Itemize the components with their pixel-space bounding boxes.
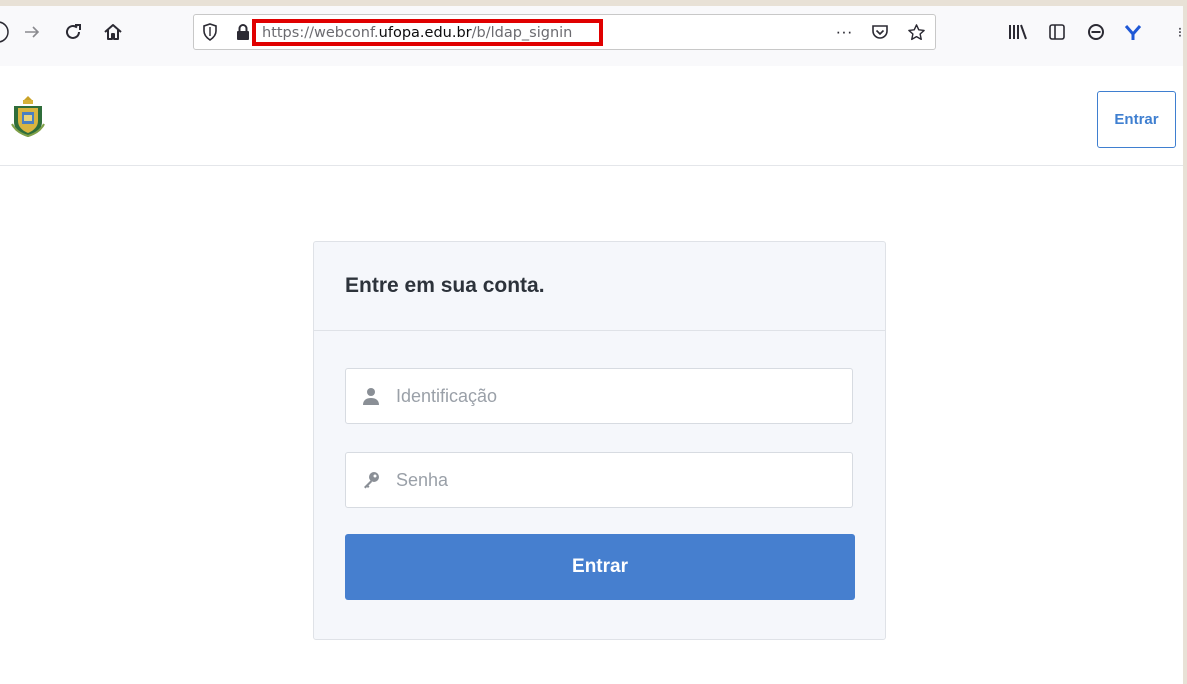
more-icon[interactable]: ··· — [833, 22, 855, 42]
browser-toolbar: https://webconf. ufopa.edu.br/b/ldap_sign… — [0, 6, 1183, 67]
reload-icon[interactable] — [61, 20, 85, 44]
page-header: Entrar — [0, 66, 1183, 166]
account-icon[interactable] — [1084, 20, 1108, 44]
header-signin-button[interactable]: Entrar — [1097, 91, 1176, 148]
back-icon[interactable] — [0, 20, 10, 44]
username-field[interactable] — [345, 368, 853, 424]
key-icon — [346, 471, 396, 489]
password-field[interactable] — [345, 452, 853, 508]
shield-icon[interactable] — [202, 23, 218, 41]
url-bar[interactable]: https://webconf. ufopa.edu.br/b/ldap_sign… — [193, 14, 936, 50]
sidebar-icon[interactable] — [1045, 20, 1069, 44]
university-crest-logo[interactable] — [10, 94, 46, 138]
username-input[interactable] — [396, 369, 852, 423]
home-icon[interactable] — [101, 20, 125, 44]
login-title: Entre em sua conta. — [314, 242, 885, 331]
library-icon[interactable] — [1006, 20, 1030, 44]
url-text[interactable]: https://webconf. ufopa.edu.br/b/ldap_sign… — [252, 19, 603, 46]
url-host: ufopa.edu.br — [378, 24, 472, 41]
url-prefix: https://webconf. — [262, 24, 379, 41]
extension-icon[interactable] — [1121, 20, 1145, 44]
star-icon[interactable] — [905, 23, 927, 42]
url-actions: ··· — [833, 19, 927, 45]
overflow-menu-icon[interactable]: ⁝ — [1168, 20, 1183, 44]
pocket-icon[interactable] — [869, 23, 891, 41]
url-path: /b/ldap_signin — [471, 24, 573, 41]
forward-icon[interactable] — [20, 20, 44, 44]
login-submit-button[interactable]: Entrar — [345, 534, 855, 600]
browser-window: https://webconf. ufopa.edu.br/b/ldap_sign… — [0, 6, 1183, 684]
user-icon — [346, 387, 396, 405]
password-input[interactable] — [396, 453, 852, 507]
lock-icon[interactable] — [236, 24, 250, 40]
login-card: Entre em sua conta. Entrar — [313, 241, 886, 640]
